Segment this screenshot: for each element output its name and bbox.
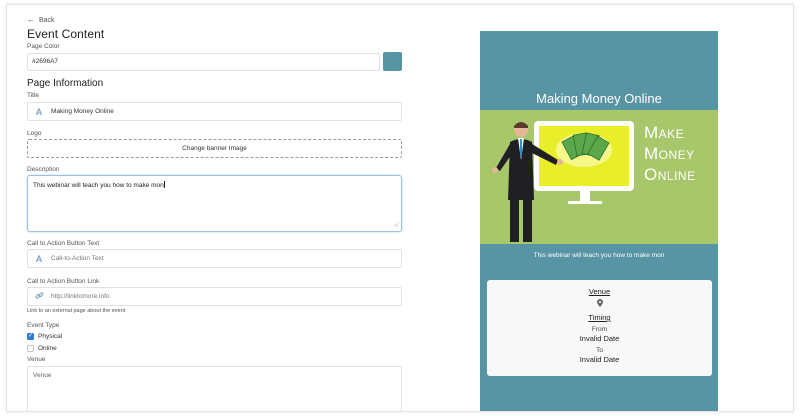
- logo-label: Logo: [27, 130, 42, 137]
- event-type-physical-label: Physical: [38, 332, 63, 340]
- change-banner-image-button[interactable]: Change banner Image: [27, 139, 402, 158]
- event-type-physical[interactable]: ✓ Physical: [27, 330, 402, 342]
- preview-from-label: From: [591, 326, 608, 333]
- cta-link-hint: Link to an external page about the event: [27, 308, 126, 314]
- banner-text-line: Online: [644, 165, 696, 184]
- cta-link-placeholder: http://linktomore.info: [51, 293, 110, 300]
- preview-venue-label: Venue: [588, 287, 611, 296]
- resize-handle-icon[interactable]: −⁄: [393, 223, 398, 229]
- title-input-value: Making Money Online: [51, 108, 114, 115]
- preview-details-card: Venue Timing From Invalid Date To Invali…: [487, 280, 712, 376]
- location-pin-icon: [487, 299, 712, 307]
- page-information-heading: Page Information: [27, 78, 104, 89]
- preview-to-value: Invalid Date: [579, 355, 620, 364]
- cta-text-placeholder: Call-to-Action Text: [51, 255, 104, 262]
- banner-text-line: Money: [644, 144, 695, 163]
- page-color-input[interactable]: #2696A7: [27, 52, 380, 71]
- page-color-label: Page Color: [27, 43, 60, 50]
- text-format-icon: A: [35, 253, 43, 264]
- page-title: Event Content: [27, 27, 105, 41]
- back-link[interactable]: ← Back: [27, 15, 402, 25]
- description-label: Description: [27, 166, 60, 173]
- title-label: Title: [27, 92, 40, 99]
- checkbox-unchecked-icon[interactable]: [27, 344, 34, 352]
- event-type-online[interactable]: Online: [27, 342, 402, 354]
- link-icon: [34, 291, 44, 302]
- title-input[interactable]: A Making Money Online: [27, 102, 402, 121]
- app-window: ← Back Event Content Page Color #2696A7 …: [6, 4, 794, 412]
- event-content-form: ← Back Event Content Page Color #2696A7 …: [27, 15, 402, 411]
- text-format-icon: A: [35, 106, 43, 117]
- cta-text-label: Call to Action Button Text: [27, 240, 100, 247]
- preview-to-label: To: [596, 347, 603, 354]
- preview-timing-label: Timing: [588, 313, 611, 322]
- arrow-left-icon: ←: [27, 15, 35, 24]
- preview-description: This webinar will teach you how to make …: [533, 252, 665, 259]
- description-text: This webinar will teach you how to make …: [33, 182, 164, 189]
- venue-placeholder: Venue: [33, 372, 52, 379]
- preview-banner-image: Make Money Online: [480, 110, 718, 244]
- preview-from-value: Invalid Date: [579, 334, 620, 343]
- venue-label: Venue: [27, 356, 46, 363]
- cta-link-input[interactable]: http://linktomore.info: [27, 287, 402, 306]
- event-type-online-label: Online: [38, 344, 57, 352]
- preview-title: Making Money Online: [536, 91, 662, 106]
- text-caret: [163, 181, 165, 188]
- event-type-label: Event Type: [27, 322, 60, 329]
- event-page-preview: Making Money Online Make Money Online Th…: [480, 31, 718, 411]
- cta-text-input[interactable]: A Call-to-Action Text: [27, 249, 402, 268]
- banner-text-line: Make: [644, 123, 685, 142]
- description-textarea[interactable]: This webinar will teach you how to make …: [27, 175, 402, 232]
- back-label: Back: [39, 16, 55, 24]
- checkbox-checked-icon[interactable]: ✓: [27, 332, 34, 340]
- venue-textarea[interactable]: Venue: [27, 366, 402, 411]
- cta-link-label: Call to Action Button Link: [27, 278, 100, 285]
- page-color-swatch[interactable]: [383, 52, 402, 71]
- page-color-row: #2696A7: [27, 52, 402, 71]
